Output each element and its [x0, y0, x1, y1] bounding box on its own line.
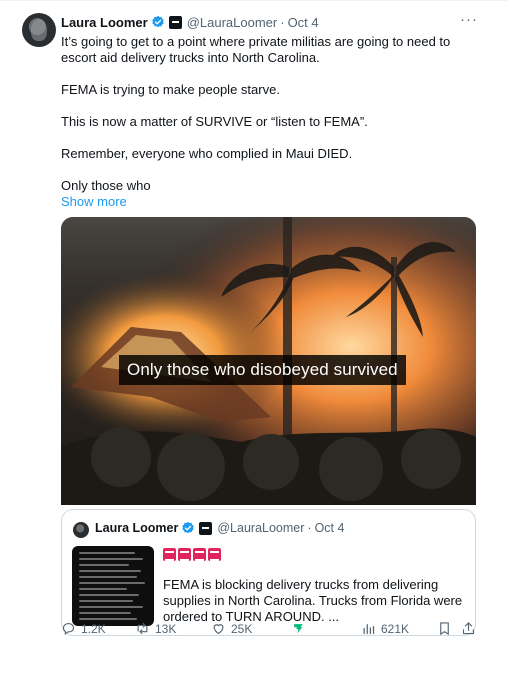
verified-badge-icon [182, 521, 195, 534]
author-name[interactable]: Laura Loomer [61, 15, 148, 30]
like-count: 25K [231, 621, 253, 636]
tweet-date[interactable]: Oct 4 [288, 15, 319, 30]
quoted-tweet-header: Laura Loomer @LauraLoomer · Oct 4 [95, 521, 344, 535]
action-bar: 1.2K 13K 25K 621K [61, 621, 476, 641]
tweet-paragraph: This is now a matter of SURVIVE or “list… [61, 114, 368, 129]
alarm-emoji-row [163, 548, 221, 561]
affiliate-badge-icon [199, 521, 213, 535]
views-chart-icon [363, 624, 375, 635]
share-icon [462, 622, 475, 635]
share-button[interactable] [461, 621, 476, 636]
bookmark-icon [440, 622, 449, 636]
alarm-emoji-icon [163, 548, 176, 561]
reply-count: 1.2K [81, 621, 106, 636]
author-avatar[interactable] [22, 13, 56, 47]
tweet-paragraph: It’s going to get to a point where priva… [61, 34, 451, 65]
tweet-header: Laura Loomer @LauraLoomer · Oct 4 [61, 13, 319, 31]
alarm-emoji-icon [178, 548, 191, 561]
quoted-tweet[interactable]: Laura Loomer @LauraLoomer · Oct 4 FEMA i… [61, 509, 476, 636]
repost-button[interactable]: 13K [135, 621, 176, 636]
repost-count: 13K [155, 621, 177, 636]
views-count: 621K [381, 621, 410, 636]
verified-badge-icon [152, 15, 164, 28]
grok-icon [294, 624, 303, 634]
quoted-author-name: Laura Loomer [95, 521, 179, 535]
alarm-emoji-icon [193, 548, 206, 561]
tweet-paragraph: Only those who [61, 178, 151, 193]
show-more-link[interactable]: Show more [61, 194, 481, 210]
grok-button[interactable] [291, 621, 306, 636]
affiliate-badge-icon [168, 15, 182, 29]
quoted-media-thumbnail[interactable] [72, 546, 154, 626]
author-handle[interactable]: @LauraLoomer [187, 15, 278, 30]
quoted-tweet-date: Oct 4 [314, 521, 345, 535]
tweet[interactable]: Laura Loomer @LauraLoomer · Oct 4 ··· It… [0, 0, 508, 679]
heart-icon [213, 624, 224, 635]
media-caption: Only those who disobeyed survived [119, 355, 406, 385]
bookmark-button[interactable] [437, 621, 452, 636]
more-options-icon[interactable]: ··· [460, 11, 478, 28]
reply-icon [62, 622, 75, 635]
separator: · [280, 14, 285, 30]
views-button[interactable]: 621K [361, 621, 409, 636]
like-button[interactable]: 25K [211, 621, 252, 636]
quoted-tweet-text: FEMA is blocking delivery trucks from de… [163, 577, 463, 624]
repost-icon [137, 622, 148, 635]
reply-button[interactable]: 1.2K [61, 621, 106, 636]
alarm-emoji-icon [208, 548, 221, 561]
quoted-author-avatar [73, 522, 89, 538]
tweet-paragraph: Remember, everyone who complied in Maui … [61, 146, 353, 161]
tweet-text: It’s going to get to a point where priva… [61, 34, 481, 210]
separator: · [307, 521, 312, 535]
quoted-author-handle: @LauraLoomer [217, 521, 305, 535]
tweet-paragraph: FEMA is trying to make people starve. [61, 82, 280, 97]
